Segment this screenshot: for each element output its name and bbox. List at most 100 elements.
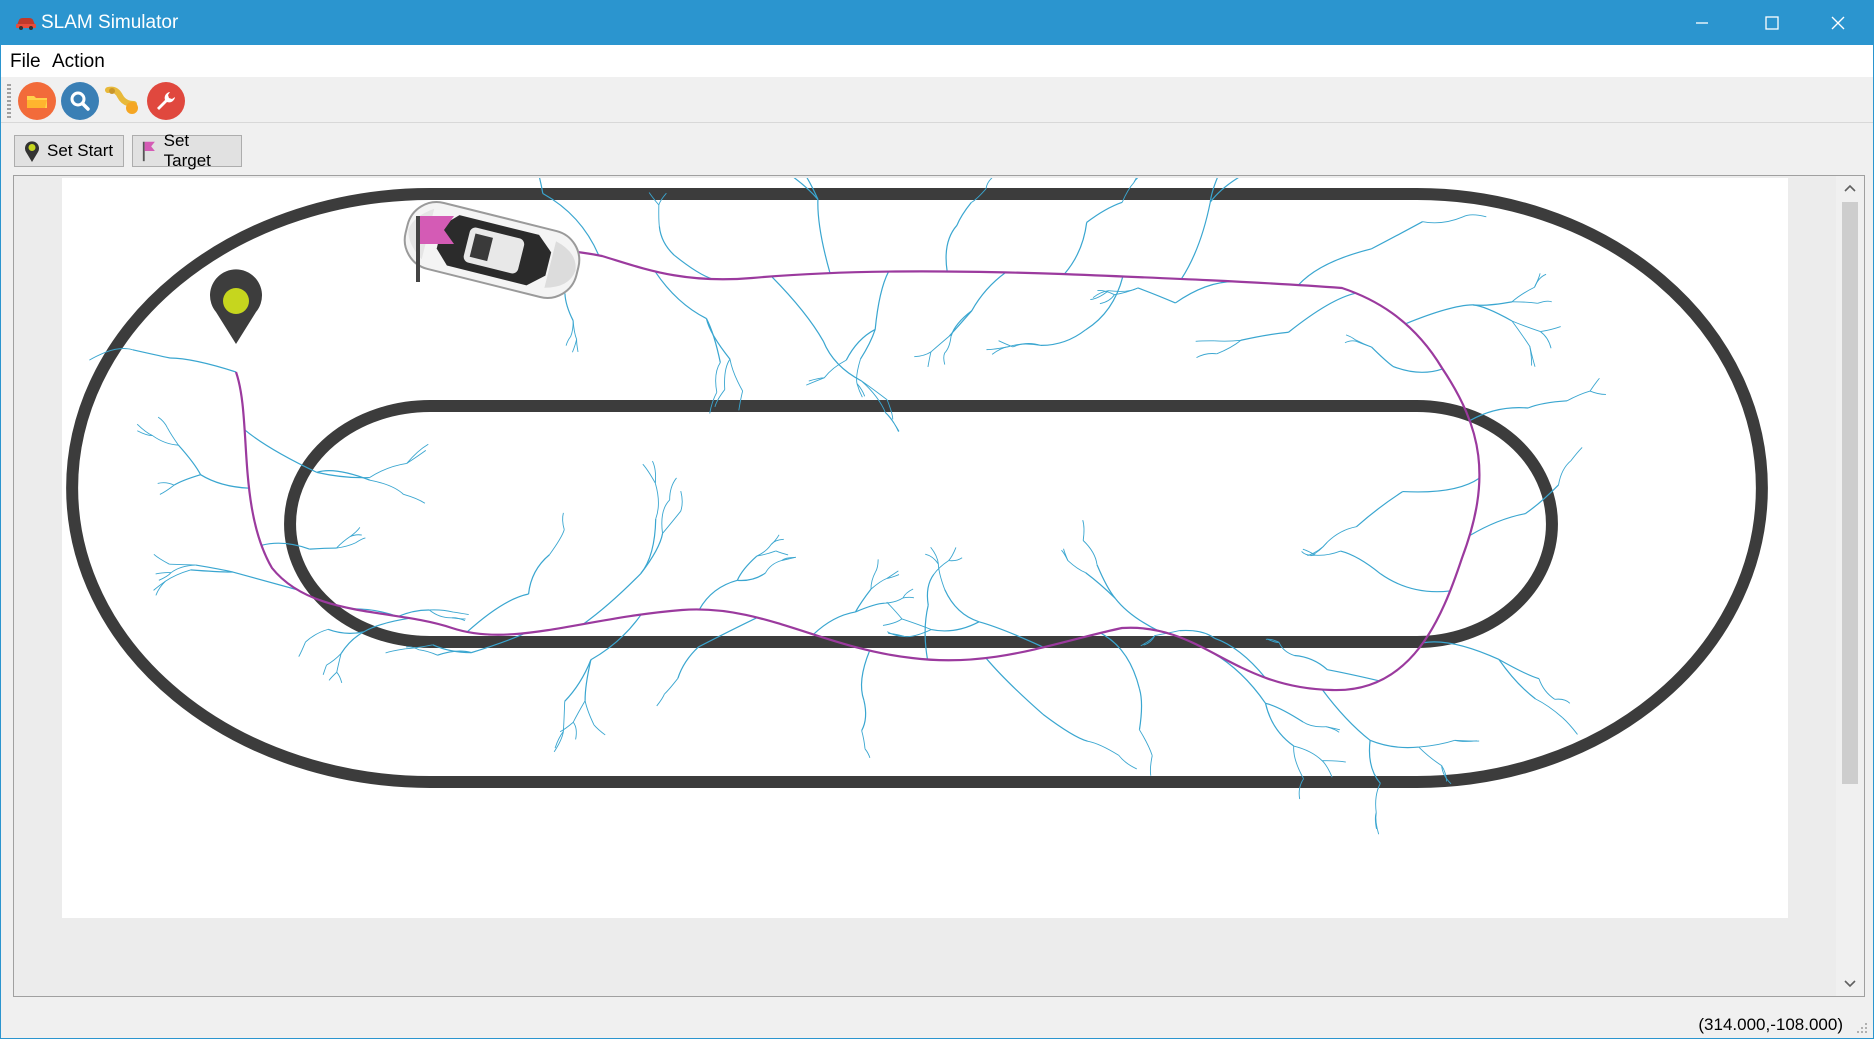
tree-branch [159, 484, 175, 495]
set-target-label: Set Target [163, 131, 211, 170]
tree-branch [1498, 658, 1540, 680]
tree-branch [1175, 280, 1240, 304]
tree-branch [1096, 564, 1116, 599]
tree-branch [157, 416, 168, 429]
tree-branch [642, 463, 656, 484]
search-icon [70, 91, 90, 111]
track-scene [66, 176, 1768, 835]
simulation-view[interactable] [13, 175, 1865, 997]
maximize-icon [1765, 16, 1779, 30]
tree-branch [1307, 541, 1328, 557]
vertical-scrollbar[interactable] [1836, 176, 1864, 996]
tree-branch [1379, 573, 1451, 593]
main-window: SLAM Simulator File Action Set Start Set… [0, 0, 1874, 1039]
tree-branch [1321, 689, 1371, 741]
path-button[interactable] [104, 82, 142, 120]
tree-branch [926, 573, 935, 606]
tree-branch [453, 611, 469, 616]
tree-branch [822, 340, 862, 382]
tree-branch [1118, 755, 1137, 770]
tree-branch [680, 490, 683, 512]
tree-branch [1085, 572, 1116, 599]
tree-branch [812, 611, 856, 635]
scroll-up-arrow[interactable] [1836, 176, 1864, 200]
toolbar-grip[interactable] [7, 84, 11, 118]
tree-branch [1063, 222, 1088, 275]
set-start-button[interactable]: Set Start [14, 135, 124, 167]
tree-branch [554, 731, 564, 749]
tree-branch [736, 555, 758, 581]
tree-branch [640, 533, 664, 575]
title-bar[interactable]: SLAM Simulator [1, 1, 1873, 45]
tree-branch [1472, 301, 1513, 306]
tree-branch [1340, 550, 1381, 575]
tree-branch [943, 352, 946, 365]
tree-branch [658, 226, 675, 256]
open-button[interactable] [18, 82, 56, 120]
flag-icon [142, 141, 155, 162]
tree-branch [1321, 760, 1333, 778]
tree-branch [1240, 331, 1289, 341]
chevron-down-icon [1844, 980, 1856, 988]
tree-branch [298, 641, 306, 657]
location-pin-icon [25, 141, 39, 162]
menu-bar: File Action [1, 45, 1873, 77]
minimize-button[interactable] [1667, 1, 1737, 45]
tree-branch [1149, 755, 1153, 776]
set-target-button[interactable]: Set Target [132, 131, 242, 170]
tree-branch [316, 470, 371, 481]
tree-branch [1540, 331, 1552, 349]
tree-branch [562, 512, 565, 530]
tree-branch [584, 700, 595, 726]
close-button[interactable] [1803, 1, 1873, 45]
scene-canvas[interactable] [62, 176, 1788, 918]
tree-branch [1090, 290, 1109, 301]
resize-grip-icon[interactable] [1855, 1021, 1869, 1035]
tree-branch [232, 571, 298, 591]
tree-branch [1293, 745, 1323, 762]
tree-branch [902, 596, 915, 599]
tree-branch [724, 358, 731, 390]
tree-branch [882, 618, 903, 626]
tree-branch [261, 542, 310, 550]
status-bar: (314.000,-108.000) [1, 1009, 1873, 1038]
tree-branch [640, 518, 657, 575]
tree-branch [419, 649, 438, 656]
tree-branch [1138, 688, 1143, 730]
search-button[interactable] [61, 82, 99, 120]
tree-branch [933, 560, 949, 575]
tree-branch [658, 204, 660, 227]
set-start-label: Set Start [47, 141, 114, 160]
tree-branch [165, 569, 191, 582]
tree-branch [451, 617, 466, 620]
tree-branch [1085, 276, 1124, 331]
tree-branch [1418, 746, 1442, 766]
maximize-button[interactable] [1737, 1, 1807, 45]
tree-branch [322, 664, 327, 675]
tree-branch [157, 482, 175, 486]
menu-file[interactable]: File [10, 51, 41, 73]
scroll-down-arrow[interactable] [1836, 972, 1864, 996]
tree-branch [1114, 597, 1159, 632]
tree-branch [1067, 560, 1086, 574]
tree-branch [656, 693, 665, 707]
tree-branch [1294, 654, 1328, 671]
tree-branch [1327, 526, 1357, 543]
tree-branch [1418, 739, 1455, 748]
tree-branch [764, 560, 782, 574]
tree-branch [437, 650, 472, 656]
tree-branch [1139, 729, 1153, 756]
tree-branch [572, 339, 578, 353]
tree-branch [155, 580, 166, 596]
tree-branch [1315, 550, 1341, 556]
settings-icon [157, 92, 175, 110]
tree-branch [971, 271, 1007, 311]
coordinate-readout: (314.000,-108.000) [1698, 1015, 1843, 1034]
tree-branch [369, 479, 404, 495]
tree-branch [167, 427, 179, 446]
tree-branch [1355, 340, 1372, 348]
scroll-thumb[interactable] [1842, 202, 1858, 784]
menu-action[interactable]: Action [52, 51, 105, 73]
tree-branch [1589, 390, 1606, 395]
settings-button[interactable] [147, 82, 185, 120]
